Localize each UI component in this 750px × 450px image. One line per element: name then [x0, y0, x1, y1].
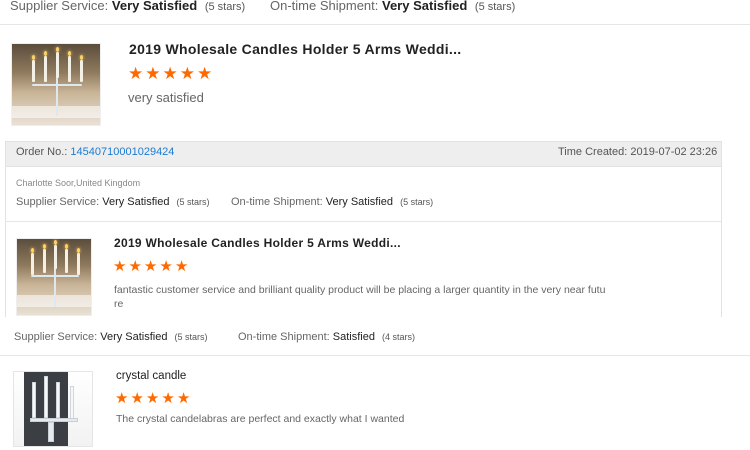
time-created: Time Created: 2019-07-02 23:26 [558, 146, 717, 158]
divider [0, 355, 750, 356]
supplier-service-label: Supplier Service: [10, 0, 109, 13]
order-number: Order No.: 14540710001029424 [16, 146, 174, 158]
review-comment: fantastic customer service and brilliant… [114, 283, 614, 311]
shipment-label: On-time Shipment: [238, 331, 330, 343]
shipment-rating: On-time Shipment: Satisfied (4 stars) [238, 331, 415, 343]
supplier-service-stars: (5 stars) [204, 1, 246, 13]
product-title[interactable]: crystal candle [116, 370, 186, 382]
star-icon: ★ [161, 390, 175, 407]
time-created-value: 2019-07-02 23:26 [630, 146, 718, 158]
star-icon: ★ [174, 258, 189, 275]
review-comment-line: fantastic customer service and brilliant… [114, 284, 606, 296]
product-thumbnail[interactable] [11, 43, 101, 126]
divider [5, 221, 722, 222]
shipment-value: Satisfied [332, 331, 375, 343]
supplier-rating: Supplier Service: Very Satisfied (5 star… [16, 196, 210, 208]
top-rating-bar: Supplier Service: Very Satisfied (5 star… [10, 0, 245, 13]
review-comment: very satisfied [128, 90, 204, 105]
rating-stars: ★ ★ ★ ★ ★ [113, 259, 188, 274]
order-number-link[interactable]: 14540710001029424 [70, 146, 174, 158]
buyer-location: Charlotte Soor,United Kingdom [16, 178, 141, 188]
star-icon: ★ [159, 258, 173, 275]
shipment-value: Very Satisfied [382, 0, 468, 13]
star-icon: ★ [115, 390, 129, 407]
star-icon: ★ [197, 64, 213, 83]
star-icon: ★ [128, 64, 144, 83]
top-shipment-rating: On-time Shipment: Very Satisfied (5 star… [270, 0, 515, 13]
star-icon: ★ [145, 390, 160, 407]
product-thumbnail[interactable] [16, 238, 92, 316]
star-icon: ★ [145, 64, 161, 83]
supplier-service-value: Very Satisfied [102, 196, 170, 208]
divider [0, 24, 750, 25]
supplier-service-label: Supplier Service: [14, 331, 98, 343]
product-thumbnail[interactable] [13, 371, 93, 447]
shipment-label: On-time Shipment: [270, 0, 379, 13]
star-icon: ★ [162, 64, 178, 83]
order-number-label: Order No.: [16, 146, 68, 158]
star-icon: ★ [128, 258, 142, 275]
supplier-service-stars: (5 stars) [174, 332, 208, 342]
shipment-value: Very Satisfied [325, 196, 394, 208]
star-icon: ★ [130, 390, 144, 407]
star-icon: ★ [179, 64, 195, 83]
review-comment: The crystal candelabras are perfect and … [116, 413, 405, 425]
product-title[interactable]: 2019 Wholesale Candles Holder 5 Arms Wed… [129, 41, 462, 57]
shipment-stars: (5 stars) [474, 1, 516, 13]
review-comment-line: re [114, 298, 124, 310]
rating-stars: ★ ★ ★ ★ ★ [128, 65, 212, 82]
star-icon: ★ [143, 258, 158, 275]
rating-stars: ★ ★ ★ ★ ★ [115, 391, 190, 406]
shipment-label: On-time Shipment: [231, 196, 323, 208]
star-icon: ★ [176, 390, 191, 407]
supplier-service-value: Very Satisfied [111, 0, 198, 13]
shipment-stars: (4 stars) [382, 332, 416, 342]
supplier-rating: Supplier Service: Very Satisfied (5 star… [14, 331, 208, 343]
supplier-service-label: Supplier Service: [16, 196, 100, 208]
time-created-label: Time Created: [558, 146, 628, 158]
product-title[interactable]: 2019 Wholesale Candles Holder 5 Arms Wed… [114, 236, 401, 250]
supplier-service-value: Very Satisfied [100, 331, 168, 343]
supplier-service-stars: (5 stars) [176, 197, 210, 207]
star-icon: ★ [113, 258, 127, 275]
shipment-stars: (5 stars) [400, 197, 434, 207]
shipment-rating: On-time Shipment: Very Satisfied (5 star… [231, 196, 433, 208]
